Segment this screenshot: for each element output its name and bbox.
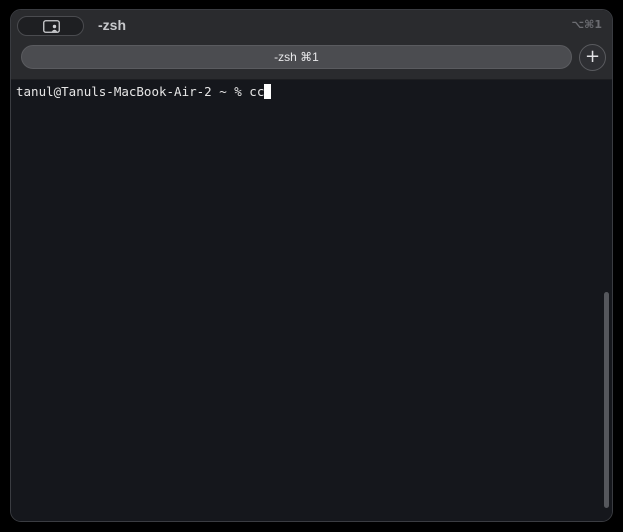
- shell-prompt: tanul@Tanuls-MacBook-Air-2 ~ %: [16, 84, 250, 99]
- window-title: -zsh: [98, 17, 126, 33]
- prompt-line: tanul@Tanuls-MacBook-Air-2 ~ % cc: [16, 84, 272, 100]
- tab-zsh[interactable]: -zsh ⌘1: [21, 45, 572, 69]
- text-cursor: [264, 84, 272, 99]
- terminal-window: -zsh ⌥⌘1 -zsh ⌘1 + tanul@Tanuls-MacBook-…: [10, 9, 613, 522]
- command-input[interactable]: cc: [249, 84, 264, 99]
- tab-bar: -zsh ⌘1 +: [11, 43, 612, 80]
- sidebar-toggle-button[interactable]: [17, 16, 84, 36]
- scrollbar[interactable]: [602, 90, 611, 518]
- sidebar-person-icon: [43, 20, 60, 33]
- window-shortcut-hint: ⌥⌘1: [571, 18, 602, 31]
- scrollbar-thumb[interactable]: [604, 292, 609, 508]
- new-tab-button[interactable]: +: [579, 44, 606, 71]
- terminal-content[interactable]: tanul@Tanuls-MacBook-Air-2 ~ % cc: [11, 80, 612, 521]
- title-bar: -zsh ⌥⌘1: [11, 10, 612, 43]
